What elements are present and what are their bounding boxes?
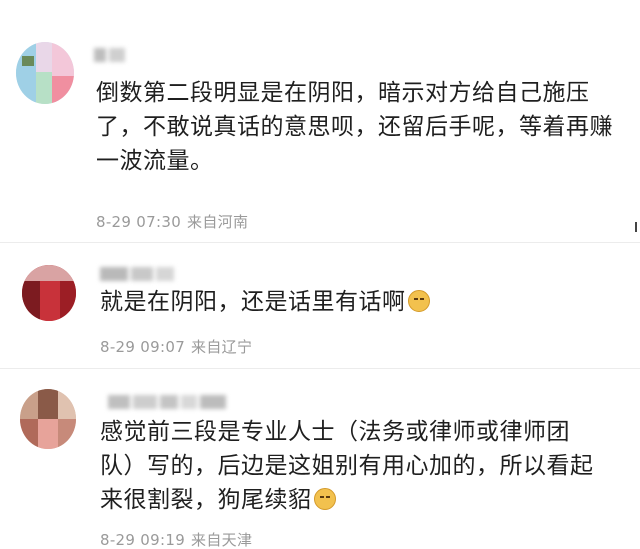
comment-item: 倒数第二段明显是在阴阳，暗示对方给自己施压 了，不敢说真话的意思呗，还留后手呢，… bbox=[0, 0, 640, 240]
username-blurred[interactable] bbox=[108, 391, 229, 409]
username-blurred[interactable] bbox=[94, 44, 128, 62]
comment-item: 就是在阴阳，还是话里有话啊 8-29 09:07 来自辽宁 bbox=[0, 243, 640, 363]
comment-text-line: 队）写的，后边是这姐别有用心加的，所以看起 bbox=[100, 453, 594, 479]
comment-location: 来自辽宁 bbox=[191, 338, 253, 356]
comment-meta: 8-29 09:07 来自辽宁 bbox=[100, 336, 252, 357]
comment-text: 感觉前三段是专业人士（法务或律师或律师团 队）写的，后边是这姐别有用心加的，所以… bbox=[100, 415, 630, 517]
comment-text-line: 就是在阴阳，还是话里有话啊 bbox=[100, 285, 630, 319]
comment-location: 来自天津 bbox=[191, 531, 253, 549]
avatar[interactable] bbox=[20, 389, 76, 449]
comment-text-line: 了，不敢说真话的意思呗，还留后手呢，等着再赚 bbox=[96, 114, 613, 140]
comment-meta: 8-29 09:19 来自天津 bbox=[100, 529, 252, 549]
comment-item: 感觉前三段是专业人士（法务或律师或律师团 队）写的，后边是这姐别有用心加的，所以… bbox=[0, 369, 640, 549]
comment-text: 倒数第二段明显是在阴阳，暗示对方给自己施压 了，不敢说真话的意思呗，还留后手呢，… bbox=[96, 76, 626, 178]
doge-emoji-icon bbox=[407, 290, 430, 312]
comment-time: 8-29 09:07 bbox=[100, 338, 186, 356]
comment-meta: 8-29 07:30 来自河南 bbox=[96, 211, 248, 232]
comment-text-line: 感觉前三段是专业人士（法务或律师或律师团 bbox=[100, 419, 570, 445]
comment-text-line: 一波流量。 bbox=[96, 148, 214, 174]
avatar[interactable] bbox=[22, 265, 76, 321]
comment-location: 来自河南 bbox=[187, 213, 249, 231]
scrollbar-indicator[interactable] bbox=[635, 222, 637, 232]
comment-time: 8-29 09:19 bbox=[100, 531, 186, 549]
username-blurred[interactable] bbox=[100, 263, 177, 281]
avatar[interactable] bbox=[16, 42, 74, 104]
comment-time: 8-29 07:30 bbox=[96, 213, 182, 231]
comment-text-line: 来很割裂，狗尾续貂 bbox=[100, 483, 630, 517]
comment-text: 就是在阴阳，还是话里有话啊 bbox=[100, 285, 630, 319]
doge-emoji-icon bbox=[313, 488, 336, 510]
comment-list: 倒数第二段明显是在阴阳，暗示对方给自己施压 了，不敢说真话的意思呗，还留后手呢，… bbox=[0, 0, 640, 549]
comment-text-line: 倒数第二段明显是在阴阳，暗示对方给自己施压 bbox=[96, 80, 590, 106]
